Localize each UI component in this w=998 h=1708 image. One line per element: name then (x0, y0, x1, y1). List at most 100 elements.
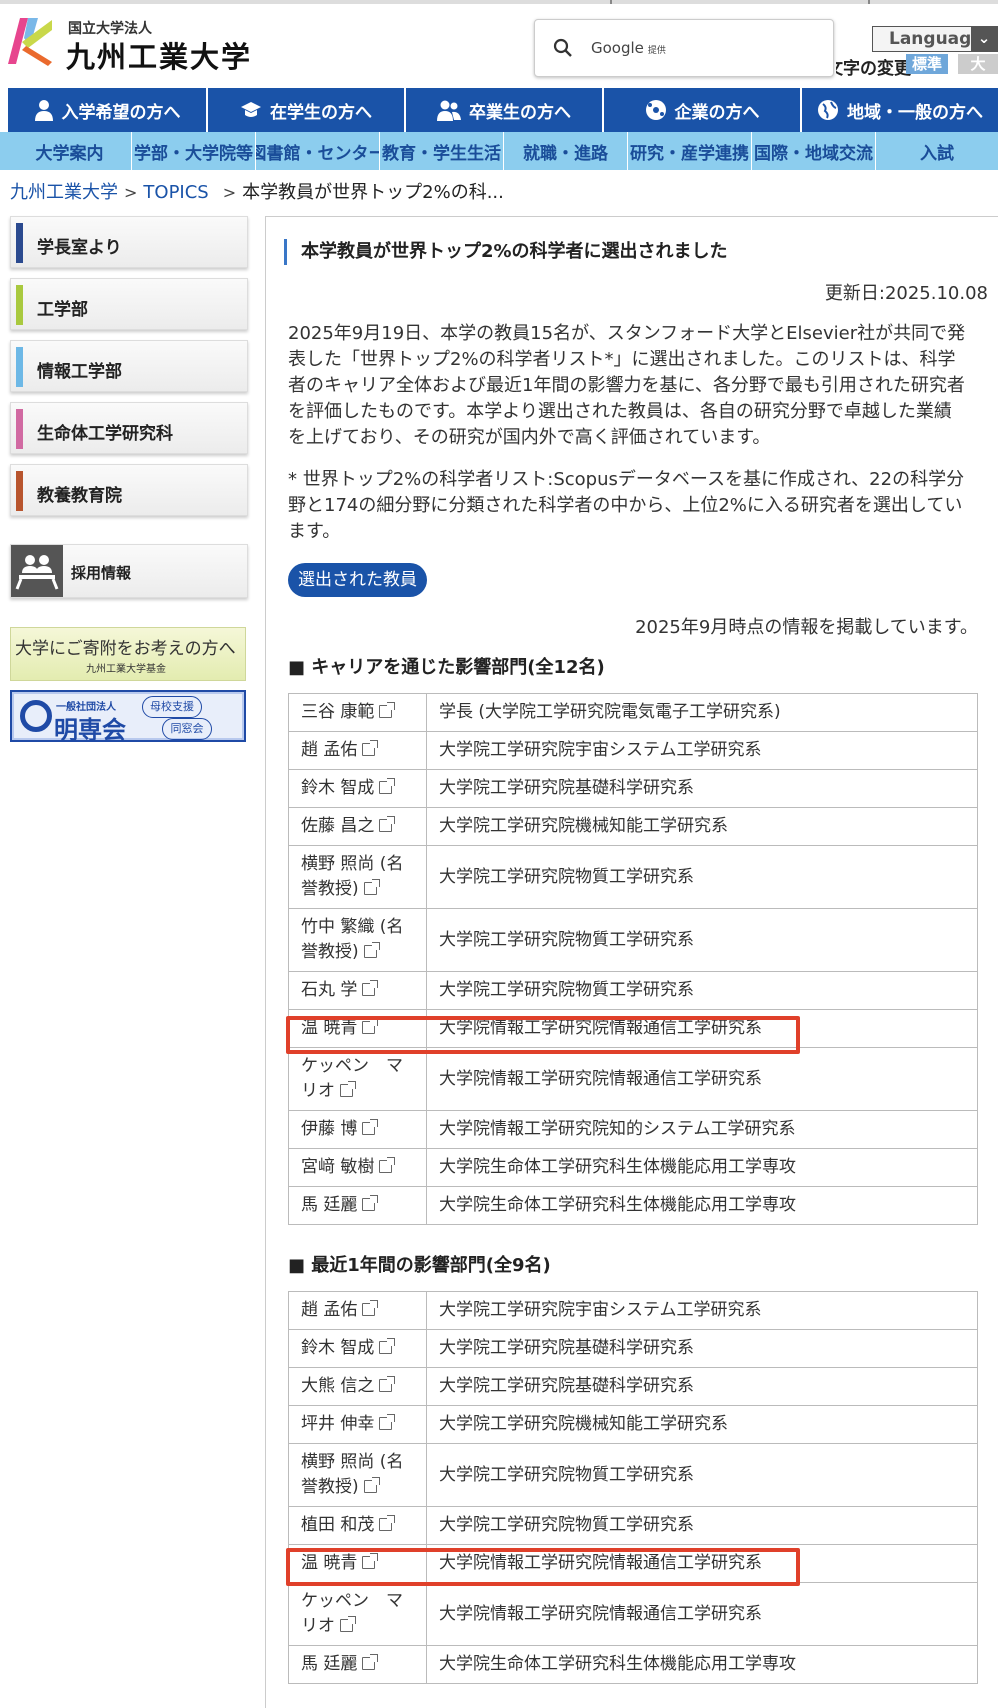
sidebar-item-life-science[interactable]: 生命体工学研究科 (10, 402, 248, 454)
nav2-student-life[interactable]: 教育・学生生活 (380, 132, 504, 170)
nav2-research[interactable]: 研究・産学連携 (628, 132, 752, 170)
table-row: 横野 照尚 (名誉教授) 大学院工学研究院物質工学研究系 (288, 845, 978, 909)
nav2-about[interactable]: 大学案内 (8, 132, 132, 170)
nav-companies[interactable]: 企業の方へ (604, 88, 800, 132)
section-recent-heading: ■ 最近1年間の影響部門(全9名) (288, 1255, 551, 1276)
external-link-icon[interactable] (379, 778, 396, 794)
recruit-banner[interactable]: 採用情報 (10, 544, 248, 598)
faculty-name-link[interactable]: 温 暁青 (301, 1018, 357, 1038)
faculty-name-link[interactable]: 佐藤 昌之 (301, 816, 374, 836)
external-link-icon[interactable] (362, 1553, 379, 1569)
faculty-affiliation: 大学院工学研究院物質工学研究系 (426, 845, 978, 909)
donation-banner[interactable]: 大学にご寄附をお考えの方へ 九州工業大学基金 (10, 627, 246, 681)
meisenkai-banner[interactable]: 一般社団法人 明専会 母校支援 同窓会 (10, 690, 246, 744)
faculty-name-link[interactable]: 横野 照尚 (名誉教授) (301, 1452, 403, 1497)
external-link-icon[interactable] (363, 942, 380, 958)
faculty-name: 宮﨑 敏樹 (288, 1148, 427, 1187)
nav-prospective-students[interactable]: 入学希望の方へ (8, 88, 206, 132)
faculty-name-link[interactable]: 大熊 信之 (301, 1376, 374, 1396)
search-input[interactable]: Google 提供 (591, 39, 666, 57)
nav-community[interactable]: 地域・一般の方へ (802, 88, 998, 132)
person-icon (34, 100, 53, 121)
external-link-icon[interactable] (379, 816, 396, 832)
faculty-name-link[interactable]: 石丸 学 (301, 980, 357, 1000)
faculty-affiliation: 大学院工学研究院物質工学研究系 (426, 1506, 978, 1545)
faculty-name: 趙 孟佑 (288, 1291, 427, 1330)
language-select[interactable]: Language ⌄ (872, 26, 998, 52)
external-link-icon[interactable] (362, 1195, 379, 1211)
faculty-name-link[interactable]: 趙 孟佑 (301, 740, 357, 760)
nav2-library[interactable]: 図書館・センター (256, 132, 380, 170)
nav2-international[interactable]: 国際・地域交流 (752, 132, 876, 170)
table-row: 石丸 学 大学院工学研究院物質工学研究系 (288, 971, 978, 1010)
font-size-standard-button[interactable]: 標準 (906, 54, 948, 74)
sidebar-item-liberal-arts[interactable]: 教養教育院 (10, 464, 248, 516)
nav-alumni[interactable]: 卒業生の方へ (406, 88, 602, 132)
external-link-icon[interactable] (362, 1654, 379, 1670)
external-link-icon[interactable] (379, 1338, 396, 1354)
sidebar-item-engineering[interactable]: 工学部 (10, 278, 248, 330)
faculty-name-link[interactable]: 馬 廷麗 (301, 1195, 357, 1215)
faculty-name-link[interactable]: 坪井 伸幸 (301, 1414, 374, 1434)
university-logo-icon[interactable] (8, 16, 54, 66)
faculty-name-link[interactable]: 宮﨑 敏樹 (301, 1157, 374, 1177)
faculty-name-link[interactable]: 鈴木 智成 (301, 1338, 374, 1358)
external-link-icon[interactable] (363, 1477, 380, 1493)
secondary-nav: 大学案内 学部・大学院等 図書館・センター 教育・学生生活 就職・進路 研究・産… (0, 132, 998, 170)
faculty-name: 鈴木 智成 (288, 769, 427, 808)
meisenkai-name: 明専会 (54, 716, 126, 744)
nav2-admissions[interactable]: 入試 (876, 132, 998, 170)
nav-current-students[interactable]: 在学生の方へ (208, 88, 404, 132)
sidebar: 学長室より 工学部 情報工学部 生命体工学研究科 教養教育院 (10, 216, 248, 526)
faculty-affiliation: 学長 (大学院工学研究院電気電子工学研究系) (426, 693, 978, 732)
mortarboard-icon (241, 102, 261, 117)
faculty-name-link[interactable]: 植田 和茂 (301, 1515, 374, 1535)
faculty-affiliation: 大学院情報工学研究院情報通信工学研究系 (426, 1544, 978, 1583)
search-box[interactable]: Google 提供 (534, 19, 834, 77)
faculty-name: 大熊 信之 (288, 1367, 427, 1406)
external-link-icon[interactable] (362, 1018, 379, 1034)
selected-faculty-button[interactable]: 選出された教員 (288, 563, 427, 597)
faculty-name: 馬 廷麗 (288, 1645, 427, 1684)
faculty-name-link[interactable]: 伊藤 博 (301, 1119, 357, 1139)
faculty-affiliation: 大学院工学研究院物質工学研究系 (426, 908, 978, 972)
faculty-name-link[interactable]: 馬 廷麗 (301, 1654, 357, 1674)
external-link-icon[interactable] (340, 1616, 356, 1632)
nav2-faculties[interactable]: 学部・大学院等 (132, 132, 256, 170)
faculty-name-link[interactable]: 三谷 康範 (301, 702, 374, 722)
external-link-icon[interactable] (362, 740, 379, 756)
external-link-icon[interactable] (362, 1119, 379, 1135)
external-link-icon[interactable] (379, 1515, 396, 1531)
logo-title[interactable]: 九州工業大学 (66, 34, 252, 76)
table-row: 佐藤 昌之 大学院工学研究院機械知能工学研究系 (288, 807, 978, 846)
faculty-affiliation: 大学院工学研究院機械知能工学研究系 (426, 1405, 978, 1444)
table-row: 大熊 信之 大学院工学研究院基礎科学研究系 (288, 1367, 978, 1406)
faculty-affiliation: 大学院工学研究院宇宙システム工学研究系 (426, 1291, 978, 1330)
faculty-name-link[interactable]: 鈴木 智成 (301, 778, 374, 798)
external-link-icon[interactable] (379, 1376, 396, 1392)
recruit-label: 採用情報 (71, 564, 132, 582)
sidebar-item-informatics[interactable]: 情報工学部 (10, 340, 248, 392)
faculty-name-link[interactable]: 温 暁青 (301, 1553, 357, 1573)
meisenkai-logo-icon (20, 700, 52, 732)
faculty-name-link[interactable]: 竹中 繁織 (名誉教授) (301, 917, 403, 962)
table-row: 趙 孟佑 大学院工学研究院宇宙システム工学研究系 (288, 1291, 978, 1330)
table-row: 植田 和茂 大学院工学研究院物質工学研究系 (288, 1506, 978, 1545)
breadcrumb-home[interactable]: 九州工業大学 (10, 182, 118, 203)
external-link-icon[interactable] (362, 1300, 379, 1316)
external-link-icon[interactable] (363, 879, 380, 895)
breadcrumb-topics[interactable]: TOPICS (143, 182, 208, 203)
external-link-icon[interactable] (379, 1157, 396, 1173)
external-link-icon[interactable] (379, 1414, 396, 1430)
sidebar-item-president-office[interactable]: 学長室より (10, 216, 248, 268)
external-link-icon[interactable] (340, 1081, 356, 1097)
faculty-name-link[interactable]: 趙 孟佑 (301, 1300, 357, 1320)
external-link-icon[interactable] (362, 980, 379, 996)
faculty-name-link[interactable]: 横野 照尚 (名誉教授) (301, 854, 403, 899)
font-size-large-button[interactable]: 大 (958, 54, 998, 74)
table-row: 温 暁青 大学院情報工学研究院情報通信工学研究系 (288, 1009, 978, 1048)
table-row: 宮﨑 敏樹 大学院生命体工学研究科生体機能応用工学専攻 (288, 1148, 978, 1187)
external-link-icon[interactable] (379, 702, 396, 718)
career-impact-table: 三谷 康範 学長 (大学院工学研究院電気電子工学研究系) 趙 孟佑 大学院工学研究院宇… (288, 693, 978, 1225)
nav2-careers[interactable]: 就職・進路 (504, 132, 628, 170)
